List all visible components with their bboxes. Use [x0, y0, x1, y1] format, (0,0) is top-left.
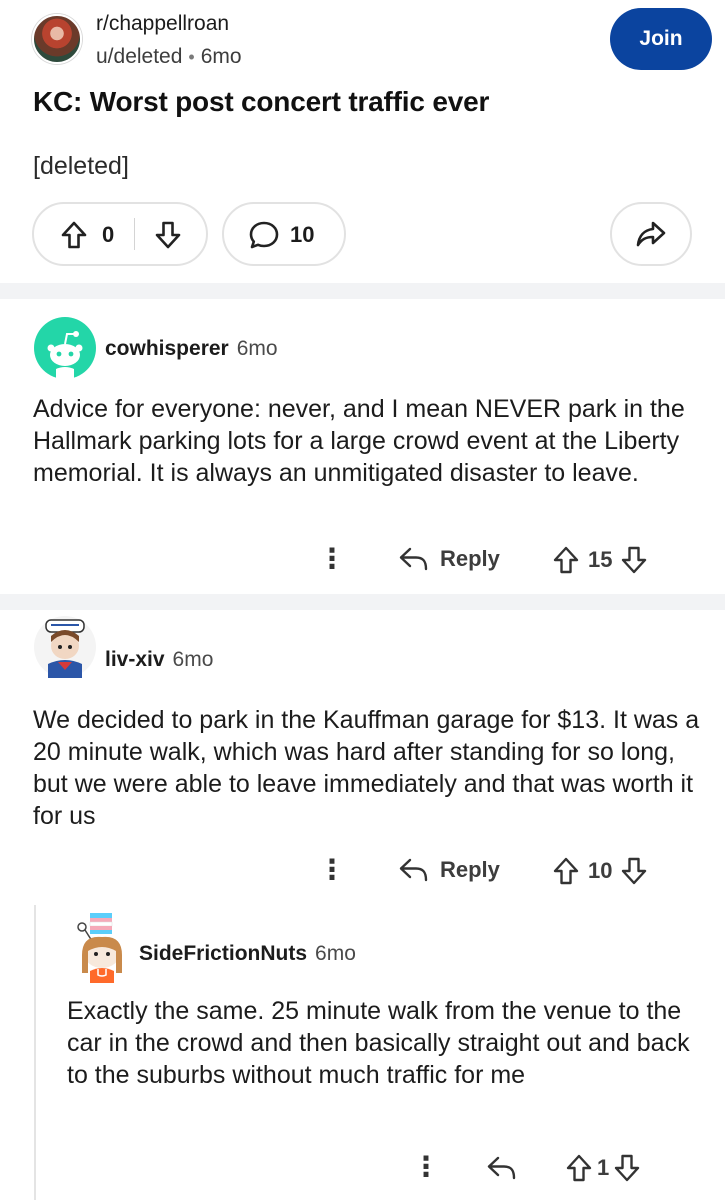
more-options-icon[interactable]: ⋮	[318, 545, 346, 573]
post-body: [deleted]	[33, 152, 129, 180]
more-options-icon[interactable]: ⋮	[318, 856, 346, 884]
post-title[interactable]: KC: Worst post concert traffic ever	[33, 86, 489, 118]
downvote-arrow-icon[interactable]	[620, 856, 648, 886]
comment-text: Advice for everyone: never, and I mean N…	[33, 395, 685, 487]
share-arrow-icon	[636, 221, 666, 247]
upvote-arrow-icon[interactable]	[565, 1153, 593, 1183]
vote-separator	[134, 218, 135, 250]
separator-dot: •	[188, 47, 195, 67]
reply-button[interactable]	[486, 1155, 528, 1181]
comments-button[interactable]: 10	[222, 202, 346, 266]
avatar[interactable]	[68, 911, 134, 983]
comment-count: 10	[290, 222, 315, 247]
reply-button[interactable]: Reply	[398, 546, 500, 572]
avatar[interactable]	[34, 616, 96, 678]
post-author[interactable]: u/deleted	[96, 45, 182, 68]
upvote-arrow-icon[interactable]	[552, 545, 580, 575]
join-button[interactable]: Join	[610, 8, 712, 70]
comment-reply: SideFrictionNuts 6mo Exactly the same. 25…	[0, 905, 725, 1200]
share-button[interactable]	[610, 202, 692, 266]
subreddit-name[interactable]: r/chappellroan	[96, 12, 229, 36]
comment-age: 6mo	[315, 942, 356, 965]
section-divider	[0, 594, 725, 610]
comment: cowhisperer 6mo Advice for everyone: neve…	[0, 299, 725, 594]
upvote-arrow-icon[interactable]	[60, 220, 88, 250]
author-name[interactable]: liv-xiv	[105, 648, 165, 671]
author-name[interactable]: SideFrictionNuts	[139, 942, 307, 965]
comment-age: 6mo	[172, 648, 214, 671]
comment: liv-xiv 6mo We decided to park in the Kau…	[0, 610, 725, 905]
comment-vote-control: 15	[552, 545, 648, 575]
subreddit-avatar[interactable]	[32, 14, 82, 64]
snoo-icon	[45, 619, 85, 678]
post-score: 0	[102, 222, 115, 247]
post-vote-control: 0	[32, 202, 208, 266]
downvote-arrow-icon[interactable]	[620, 545, 648, 575]
reply-arrow-icon	[399, 547, 428, 571]
comment-author[interactable]: cowhisperer 6mo	[105, 337, 278, 361]
comment-score: 10	[588, 858, 613, 883]
snoo-icon	[47, 331, 83, 379]
comment-age: 6mo	[236, 337, 278, 360]
comment-text: We decided to park in the Kauffman garag…	[33, 706, 700, 830]
more-options-icon[interactable]: ⋮	[412, 1153, 440, 1181]
comment-author[interactable]: liv-xiv 6mo	[105, 648, 213, 672]
comment-vote-control: 1	[565, 1153, 641, 1183]
speech-bubble-icon	[249, 221, 279, 249]
post-meta: u/deleted • 6mo	[96, 45, 242, 69]
comment-text: Exactly the same. 25 minute walk from th…	[67, 997, 690, 1089]
post-header: r/chappellroan u/deleted • 6mo Join	[32, 6, 712, 70]
reply-label: Reply	[440, 857, 500, 882]
downvote-arrow-icon[interactable]	[613, 1153, 641, 1183]
upvote-arrow-icon[interactable]	[552, 856, 580, 886]
reply-arrow-icon	[399, 858, 428, 882]
author-name[interactable]: cowhisperer	[105, 337, 229, 360]
downvote-arrow-icon[interactable]	[154, 220, 182, 250]
comment-author[interactable]: SideFrictionNuts 6mo	[139, 942, 356, 966]
reply-button[interactable]: Reply	[398, 857, 500, 883]
section-divider	[0, 283, 725, 299]
reply-label: Reply	[440, 546, 500, 571]
comment-vote-control: 10	[552, 856, 648, 886]
snoo-icon	[77, 913, 122, 983]
avatar[interactable]	[34, 317, 96, 379]
post-age: 6mo	[200, 45, 242, 68]
comment-score: 15	[588, 547, 613, 572]
reply-arrow-icon	[487, 1156, 516, 1180]
comment-score: 1	[597, 1155, 610, 1180]
